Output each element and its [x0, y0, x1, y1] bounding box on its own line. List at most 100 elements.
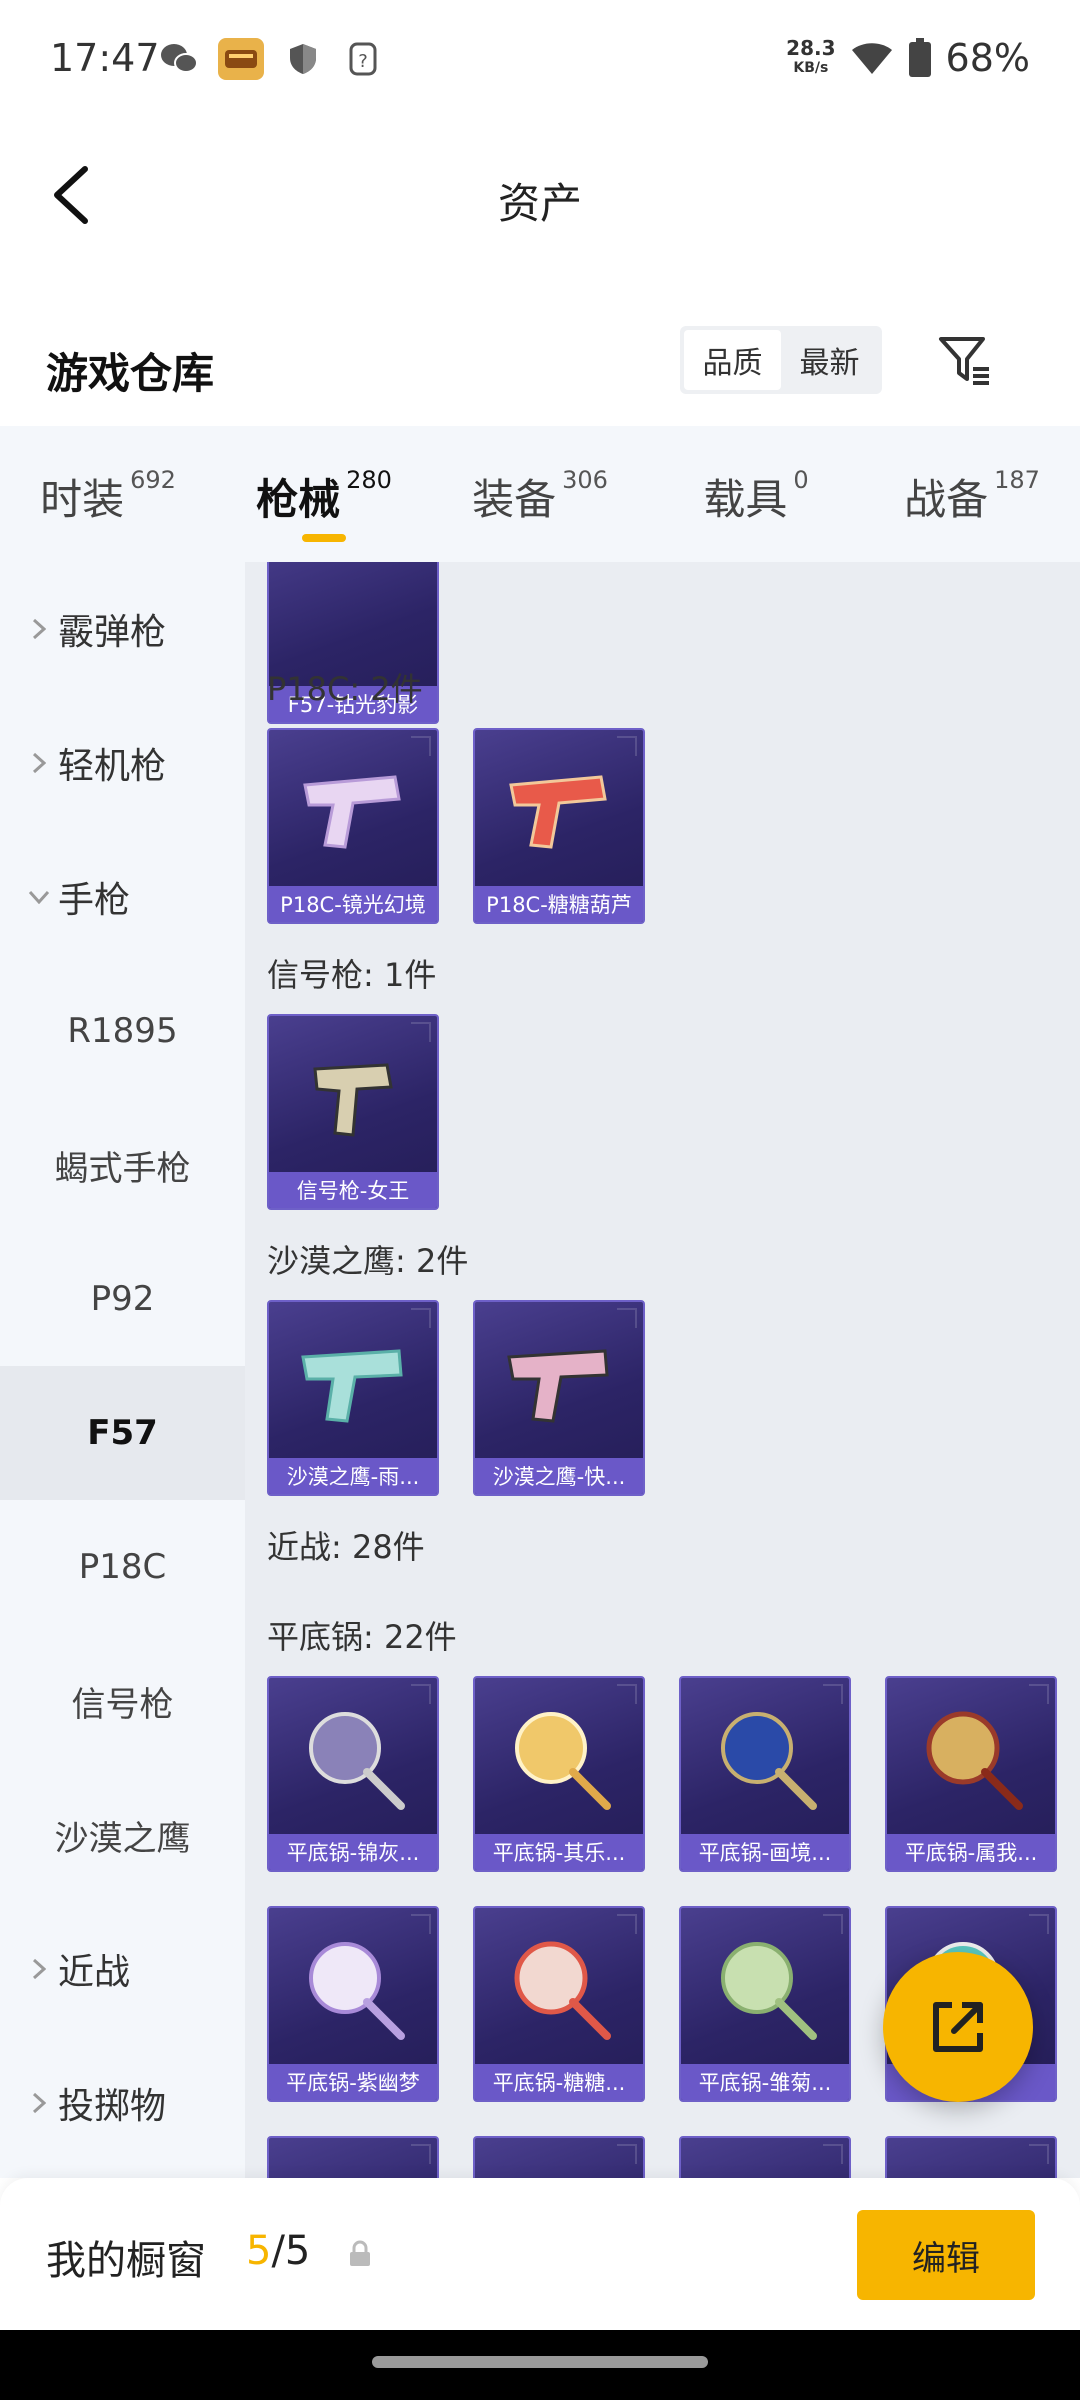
share-button[interactable]	[883, 1952, 1033, 2102]
showcase-current: 5	[246, 2228, 272, 2274]
flare-gun-icon	[269, 1016, 437, 1176]
tab-fashion[interactable]: 时装 692	[0, 426, 216, 562]
showcase-count: 5/5	[246, 2228, 310, 2274]
battery-icon	[908, 38, 931, 77]
item-card[interactable]	[679, 2136, 851, 2178]
item-card-name: 信号枪-女王	[269, 1172, 437, 1208]
wifi-icon	[851, 43, 892, 74]
sidebar-item-skorpion[interactable]: 蝎式手枪	[0, 1098, 245, 1232]
sort-toggle: 品质 最新	[680, 326, 882, 394]
tab-count: 187	[994, 466, 1040, 494]
tab-equipment[interactable]: 装备 306	[432, 426, 648, 562]
item-card[interactable]: 平底锅-其乐...	[473, 1676, 645, 1872]
item-grid: F57-钻光豹影 P18C: 2件 P18C-镜光幻境 P18C-糖糖葫芦 信号…	[245, 562, 1080, 2178]
tab-vehicles[interactable]: 载具 0	[648, 426, 864, 562]
item-card-name: 平底锅-糖糖...	[475, 2064, 643, 2100]
item-card-name: 沙漠之鹰-雨...	[269, 1458, 437, 1494]
status-time: 17:47	[50, 36, 160, 80]
sidebar-item-p92[interactable]: P92	[0, 1232, 245, 1366]
item-card-name: 平底锅-属我...	[887, 1834, 1055, 1870]
chevron-right-icon	[26, 2092, 52, 2114]
wechat-icon	[158, 38, 200, 80]
shield-icon	[282, 38, 324, 80]
showcase-total: /5	[271, 2228, 311, 2274]
tab-count: 306	[562, 466, 608, 494]
item-card[interactable]	[267, 2136, 439, 2178]
sidebar-item-r1895[interactable]: R1895	[0, 964, 245, 1098]
frying-pan-icon	[887, 1678, 1055, 1838]
frying-pan-icon	[475, 1678, 643, 1838]
item-card[interactable]	[473, 2136, 645, 2178]
item-card[interactable]: P18C-镜光幻境	[267, 728, 439, 924]
tab-label: 载具	[703, 475, 788, 524]
frying-pan-icon	[269, 1678, 437, 1838]
sidebar-item-melee[interactable]: 近战	[0, 1902, 245, 2036]
filter-icon	[939, 337, 989, 385]
status-bar: 17:47 ? 28.3 KB/s 68%	[0, 0, 1080, 120]
sidebar-item-desert-eagle[interactable]: 沙漠之鹰	[0, 1768, 245, 1902]
chevron-right-icon	[26, 618, 52, 640]
group-label-flare-gun: 信号枪: 1件	[267, 956, 437, 994]
sidebar-item-label: 近战	[58, 1952, 131, 1993]
filter-button[interactable]	[930, 326, 1000, 396]
net-speed: 28.3 KB/s	[786, 36, 836, 76]
sort-quality-option[interactable]: 品质	[684, 330, 781, 390]
sidebar-item-shotgun[interactable]: 霰弹枪	[0, 562, 245, 696]
item-card[interactable]: 沙漠之鹰-快...	[473, 1300, 645, 1496]
pistol-icon	[269, 1302, 437, 1462]
active-tab-indicator	[302, 534, 346, 542]
item-card[interactable]: 平底锅-紫幽梦	[267, 1906, 439, 2102]
weapon-category-sidebar: 霰弹枪 轻机枪 手枪 R1895 蝎式手枪 P92 F57 P18C 信号枪 沙…	[0, 562, 245, 2178]
item-card[interactable]	[885, 2136, 1057, 2178]
frying-pan-icon	[681, 1678, 849, 1838]
page-title: 资产	[497, 179, 582, 228]
item-card[interactable]: 沙漠之鹰-雨...	[267, 1300, 439, 1496]
sidebar-item-label: 霰弹枪	[58, 612, 167, 653]
share-icon	[933, 2002, 983, 2052]
item-card-name: P18C-糖糖葫芦	[475, 886, 643, 922]
sidebar-item-label: 投掷物	[58, 2086, 167, 2127]
sidebar-item-p18c[interactable]: P18C	[0, 1500, 245, 1634]
sidebar-item-lmg[interactable]: 轻机枪	[0, 696, 245, 830]
sidebar-item-label: 手枪	[58, 880, 131, 921]
item-card-name: 平底锅-其乐...	[475, 1834, 643, 1870]
item-card-name: P18C-镜光幻境	[269, 886, 437, 922]
sort-newest-option[interactable]: 最新	[781, 330, 878, 390]
sidebar-item-f57[interactable]: F57	[0, 1366, 245, 1500]
tab-count: 692	[130, 466, 176, 494]
item-card[interactable]: 平底锅-雏菊...	[679, 1906, 851, 2102]
sidebar-item-throwables[interactable]: 投掷物	[0, 2036, 245, 2170]
tab-label: 时装	[40, 475, 125, 524]
battery-level: 68%	[945, 36, 1030, 80]
item-card-name: 平底锅-紫幽梦	[269, 2064, 437, 2100]
showcase-label: 我的橱窗	[46, 2238, 206, 2284]
frying-pan-icon	[681, 1908, 849, 2068]
item-card[interactable]: 信号枪-女王	[267, 1014, 439, 1210]
chevron-down-icon	[26, 890, 52, 904]
item-card[interactable]: 平底锅-糖糖...	[473, 1906, 645, 2102]
item-card-name: 平底锅-雏菊...	[681, 2064, 849, 2100]
pistol-icon	[269, 730, 437, 890]
item-card-name: 平底锅-画境...	[681, 1834, 849, 1870]
item-card[interactable]: 平底锅-锦灰...	[267, 1676, 439, 1872]
group-label-p18c: P18C: 2件	[267, 670, 423, 708]
tab-firearms[interactable]: 枪械 280	[216, 426, 432, 562]
tab-label: 装备	[472, 475, 557, 524]
sidebar-item-pistol[interactable]: 手枪	[0, 830, 245, 964]
sidebar-item-flare-gun[interactable]: 信号枪	[0, 1634, 245, 1768]
chevron-right-icon	[26, 752, 52, 774]
pistol-icon	[475, 730, 643, 890]
item-card-name: 平底锅-锦灰...	[269, 1834, 437, 1870]
frying-pan-icon	[475, 1908, 643, 2068]
item-card[interactable]: P18C-糖糖葫芦	[473, 728, 645, 924]
group-label-desert-eagle: 沙漠之鹰: 2件	[267, 1242, 469, 1280]
warehouse-title: 游戏仓库	[46, 349, 215, 398]
item-card[interactable]: 平底锅-属我...	[885, 1676, 1057, 1872]
home-gesture-handle[interactable]	[372, 2356, 708, 2368]
item-card[interactable]: 平底锅-画境...	[679, 1676, 851, 1872]
pistol-icon	[475, 1302, 643, 1462]
item-card-name: 沙漠之鹰-快...	[475, 1458, 643, 1494]
tab-label: 枪械	[256, 475, 341, 524]
edit-button[interactable]: 编辑	[857, 2210, 1035, 2300]
tab-supplies[interactable]: 战备 187	[864, 426, 1080, 562]
